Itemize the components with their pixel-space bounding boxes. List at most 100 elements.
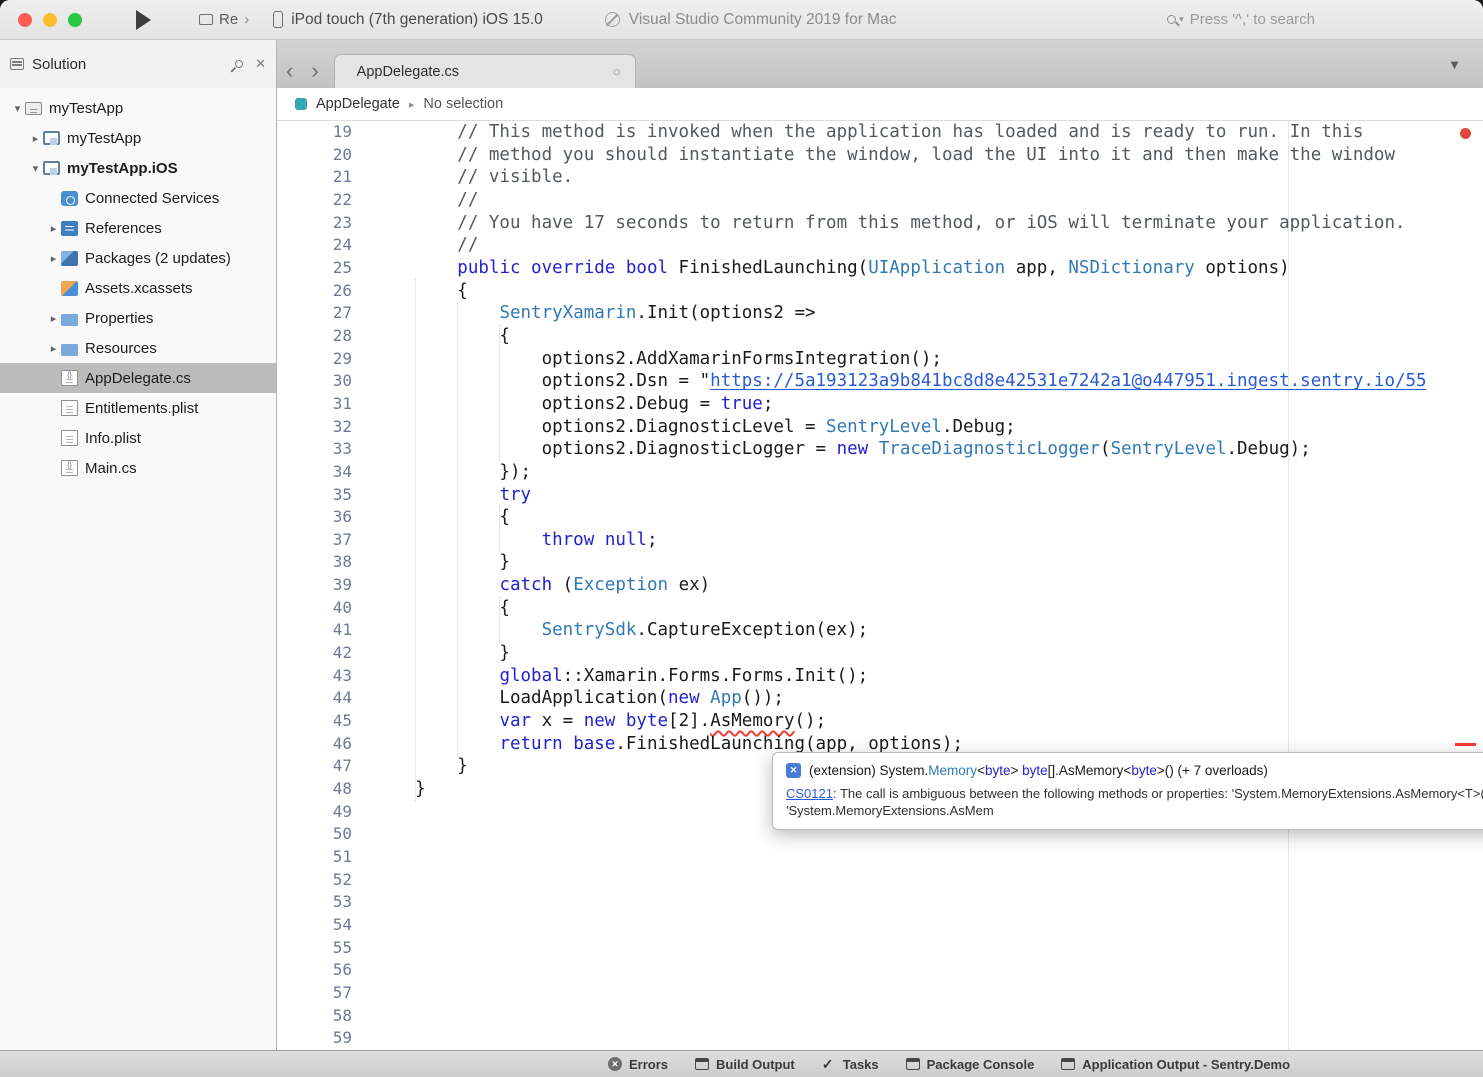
close-icon[interactable]: ✕ [255,56,266,72]
code-line[interactable]: 20 // method you should instantiate the … [277,144,1483,167]
device-selector[interactable]: iPod touch (7th generation) iOS 15.0 [273,11,543,29]
line-number: 29 [277,348,352,371]
sidebar-item-mytestapp[interactable]: ▸ myTestApp [0,123,276,153]
panel-button-tasks[interactable]: Tasks [822,1057,879,1072]
code-line[interactable]: 53 [277,891,1483,914]
code-text: { [373,325,510,348]
code-line[interactable]: 38 } [277,551,1483,574]
panel-button-package-console[interactable]: Package Console [906,1057,1035,1072]
code-line[interactable]: 24 // [277,234,1483,257]
code-line[interactable]: 26 { [277,280,1483,303]
navigate-back-button[interactable]: ‹ [277,54,302,88]
code-line[interactable]: 37 throw null; [277,529,1483,552]
breadcrumb-type[interactable]: AppDelegate [316,96,400,112]
code-line[interactable]: 59 [277,1027,1483,1050]
titlebar: Re › iPod touch (7th generation) iOS 15.… [0,0,1483,40]
sidebar-item-assets-xcassets[interactable]: Assets.xcassets [0,273,276,303]
line-number: 38 [277,551,352,574]
sidebar-item-references[interactable]: ▸References [0,213,276,243]
sidebar-item-label: myTestApp [67,130,141,147]
configuration-selector[interactable]: Re › [199,11,249,28]
sidebar-item-appdelegate-cs[interactable]: AppDelegate.cs [0,363,276,393]
project-icon [43,161,60,175]
sidebar-item-main-cs[interactable]: Main.cs [0,453,276,483]
code-line[interactable]: 44 LoadApplication(new App()); [277,687,1483,710]
code-line[interactable]: 28 { [277,325,1483,348]
navigate-forward-button[interactable]: › [302,54,327,88]
code-line[interactable]: 42 } [277,642,1483,665]
sidebar-item-label: Resources [85,340,157,357]
sidebar-item-connected-services[interactable]: Connected Services [0,183,276,213]
tab-strip: ‹ › AppDelegate.cs ○ ▼ [277,40,1483,88]
code-line[interactable]: 45 var x = new byte[2].AsMemory(); [277,710,1483,733]
code-line[interactable]: 34 }); [277,461,1483,484]
code-line[interactable]: 51 [277,846,1483,869]
search-field[interactable]: ▾ Press '^,' to search [1167,11,1315,28]
code-line[interactable]: 56 [277,959,1483,982]
code-line[interactable]: 19 // This method is invoked when the ap… [277,121,1483,144]
sidebar-item-packages-2-updates[interactable]: ▸Packages (2 updates) [0,243,276,273]
code-line[interactable]: 30 options2.Dsn = "https://5a193123a9b84… [277,370,1483,393]
breadcrumb: AppDelegate ▸ No selection [277,88,1483,121]
sidebar-item-info-plist[interactable]: Info.plist [0,423,276,453]
code-line[interactable]: 21 // visible. [277,166,1483,189]
chevron-right-icon[interactable]: ▸ [46,342,61,355]
tab-label: AppDelegate.cs [357,64,459,80]
chevron-down-icon[interactable]: ▾ [28,162,43,175]
panel-button-application-output[interactable]: Application Output - Sentry.Demo [1061,1057,1290,1072]
code-text: } [373,778,426,801]
cs-file-icon [61,370,78,386]
code-line[interactable]: 33 options2.DiagnosticLogger = new Trace… [277,438,1483,461]
error-code-link[interactable]: CS0121 [786,786,833,801]
chevron-right-icon[interactable]: ▸ [46,312,61,325]
code-line[interactable]: 35 try [277,484,1483,507]
panel-button-build-output[interactable]: Build Output [695,1057,795,1072]
code-line[interactable]: 55 [277,937,1483,960]
sidebar-item-entitlements-plist[interactable]: Entitlements.plist [0,393,276,423]
code-line[interactable]: 31 options2.Debug = true; [277,393,1483,416]
code-line[interactable]: 54 [277,914,1483,937]
panel-button-errors[interactable]: Errors [608,1057,668,1072]
breadcrumb-member[interactable]: No selection [423,96,503,112]
code-editor[interactable]: 19 // This method is invoked when the ap… [277,121,1483,1050]
sidebar-item-mytestapp[interactable]: ▾ myTestApp [0,93,276,123]
code-line[interactable]: 39 catch (Exception ex) [277,574,1483,597]
line-number: 39 [277,574,352,597]
code-line[interactable]: 32 options2.DiagnosticLevel = SentryLeve… [277,416,1483,439]
code-line[interactable]: 36 { [277,506,1483,529]
tab-appdelegate[interactable]: AppDelegate.cs ○ [334,54,636,88]
sidebar-item-resources[interactable]: ▸ Resources [0,333,276,363]
line-number: 43 [277,665,352,688]
pin-icon[interactable] [233,58,244,69]
code-line[interactable]: 27 SentryXamarin.Init(options2 => [277,302,1483,325]
code-line[interactable]: 23 // You have 17 seconds to return from… [277,212,1483,235]
code-line[interactable]: 57 [277,982,1483,1005]
sidebar-item-mytestapp-ios[interactable]: ▾myTestApp.iOS [0,153,276,183]
zoom-window-button[interactable] [68,13,82,27]
code-line[interactable]: 43 global::Xamarin.Forms.Forms.Init(); [277,665,1483,688]
packages-icon [61,251,78,266]
code-line[interactable]: 29 options2.AddXamarinFormsIntegration()… [277,348,1483,371]
code-line[interactable]: 40 { [277,597,1483,620]
chevron-right-icon[interactable]: ▸ [28,132,43,145]
line-number: 44 [277,687,352,710]
tab-list-chevron-icon[interactable]: ▼ [1448,57,1461,72]
code-line[interactable]: 25 public override bool FinishedLaunchin… [277,257,1483,280]
configuration-icon [199,14,213,25]
chevron-right-icon[interactable]: ▸ [46,252,61,265]
run-button[interactable] [136,10,151,30]
line-number: 26 [277,280,352,303]
code-line[interactable]: 41 SentrySdk.CaptureException(ex); [277,619,1483,642]
line-number: 42 [277,642,352,665]
code-line[interactable]: 22 // [277,189,1483,212]
code-line[interactable]: 52 [277,869,1483,892]
minimize-window-button[interactable] [43,13,57,27]
close-window-button[interactable] [18,13,32,27]
line-number: 56 [277,959,352,982]
sidebar-item-properties[interactable]: ▸Properties [0,303,276,333]
code-line[interactable]: 58 [277,1005,1483,1028]
chevron-down-icon[interactable]: ▾ [10,102,25,115]
chevron-right-icon[interactable]: ▸ [46,222,61,235]
search-icon [1167,15,1176,24]
sidebar-item-label: myTestApp [49,100,123,117]
